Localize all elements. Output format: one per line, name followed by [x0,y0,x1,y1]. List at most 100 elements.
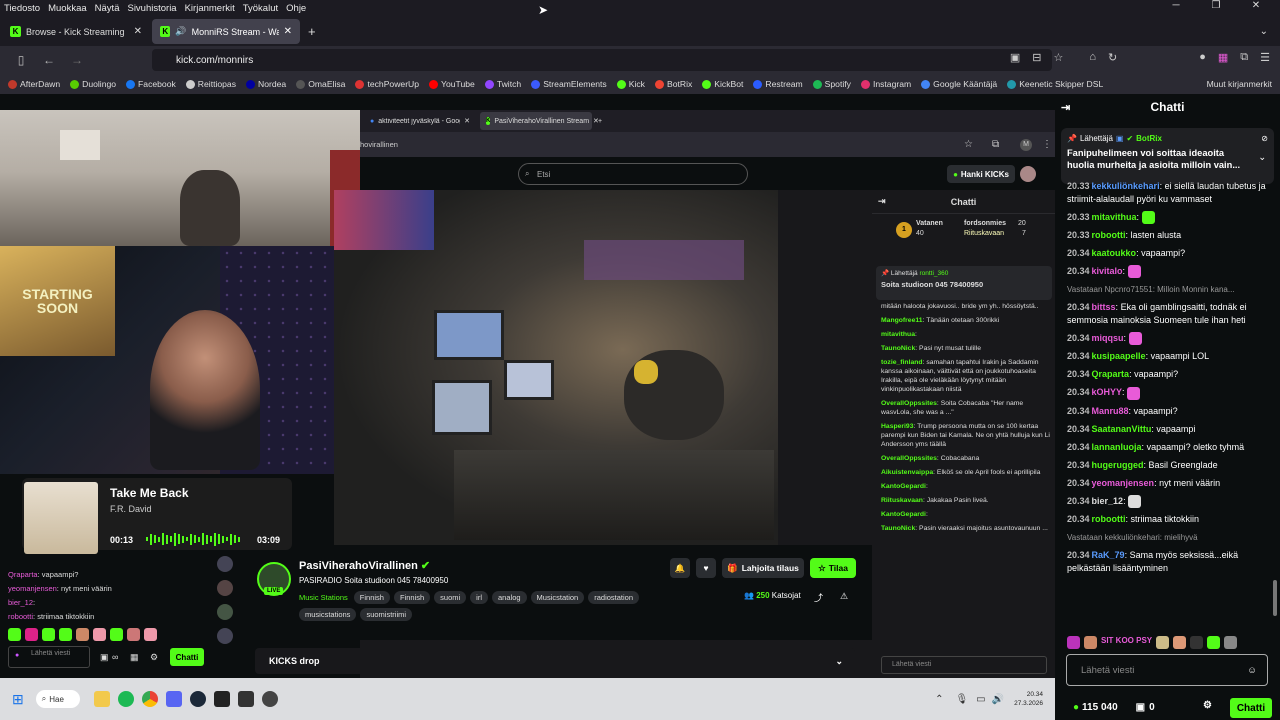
tab-monnirs[interactable]: K 🔊 MonniRS Stream - Watch L ✕ [152,19,300,44]
extensions-icon[interactable]: ⧉ [992,139,999,150]
tag-chip[interactable]: suomistriimi [360,608,413,621]
chat-username[interactable]: bittss [1092,302,1116,312]
chat-username[interactable]: mitavithua [881,331,915,338]
emote-icon[interactable] [144,628,157,641]
unpin-icon[interactable]: ⊘ [1261,134,1268,143]
chat-username[interactable]: OverallOppssites [881,455,937,462]
chat-username[interactable]: Hasperi93 [881,423,914,430]
volume-icon[interactable]: 🔊 [992,694,1004,705]
terminal-icon[interactable] [213,691,230,707]
gift-icon[interactable]: ▣ [100,652,109,663]
gift-sub-button[interactable]: 🎁 Lahjoita tilaus [722,558,804,578]
embedded-chat-input[interactable]: Lähetä viesti [881,656,1047,674]
close-icon[interactable]: ✕ [1240,0,1272,11]
chat-username[interactable]: tozie_finland [881,359,923,366]
chat-username[interactable]: Riituskavaan [881,497,923,504]
speaker-icon[interactable]: 🔊 [175,26,186,37]
overlay-chat-input[interactable]: ● Lähetä viesti [8,646,90,668]
spotify-icon[interactable] [117,691,134,707]
chat-username[interactable]: robootti [8,612,33,621]
bookmark-item[interactable]: Facebook [126,79,176,89]
get-kicks-button[interactable]: ● Hanki KICKs [947,165,1015,183]
user-avatar[interactable] [1020,166,1036,182]
sidebar-icon[interactable]: ▯ [14,53,28,67]
chevron-down-icon[interactable]: ⌄ [1258,152,1266,163]
embedded-pinned-message[interactable]: 📌 Lähettäjä rontti_360 Soita studioon 04… [876,266,1052,300]
chat-username[interactable]: mitavithua [1092,212,1137,222]
menu-bookmarks[interactable]: Kirjanmerkit [185,3,235,14]
pocket-icon[interactable]: ⊟ [1032,51,1041,64]
chat-username[interactable]: bier_12 [1092,496,1124,506]
emote-icon[interactable] [1156,636,1170,649]
chat-input[interactable]: Lähetä viesti ☺ [1066,654,1268,686]
profile-icon[interactable]: M [1020,138,1032,151]
chat-username[interactable]: robootti [1092,230,1126,240]
file-explorer-icon[interactable] [93,691,110,707]
discord-icon[interactable] [165,691,182,707]
chat-username[interactable]: Qraparta [1092,369,1130,379]
chat-username[interactable]: bier_12 [8,598,33,607]
chat-username[interactable]: kaatoukko [1092,248,1137,258]
close-tab-icon[interactable]: ✕ [284,26,292,37]
chat-username[interactable]: yeomanjensen [8,584,57,593]
new-tab-icon[interactable]: + [308,24,316,39]
bookmark-item[interactable]: BotRix [654,79,692,89]
tag-chip[interactable]: analog [492,591,527,604]
extensions-icon[interactable]: ⧉ [1240,51,1248,64]
chat-username[interactable]: OverallOppssites [881,400,937,407]
emote-icon[interactable] [1190,636,1204,649]
tag-chip[interactable]: irl [470,591,489,604]
bookmark-item[interactable]: OmaElisa [296,79,345,89]
chat-username[interactable]: hugerugged [1092,460,1144,470]
emote-icon[interactable] [8,628,21,641]
emote-icon[interactable] [59,628,72,641]
microphone-tray-icon[interactable]: 🎙 [955,694,968,705]
chat-username[interactable]: TaunoNick [881,345,915,352]
chat-username[interactable]: miqqsu [1092,333,1124,343]
subscribe-button[interactable]: ☆ Tilaa [810,558,856,578]
stream-video[interactable] [334,190,778,545]
follow-button[interactable]: ♥ [696,558,716,578]
chrome-icon[interactable] [141,691,158,707]
taskbar-search[interactable]: ⌕ Hae [35,690,80,708]
emoji-icon[interactable]: ☺ [1247,665,1257,676]
chat-username[interactable]: RaK_79 [1092,550,1125,560]
tray-chevron-icon[interactable]: ⌃ [935,694,943,705]
chat-username[interactable]: kusipaapelle [1092,351,1146,361]
sidebar-avatar[interactable] [217,628,233,644]
menu-tools[interactable]: Työkalut [243,3,278,14]
menu-edit[interactable]: Muokkaa [48,3,87,14]
category-link[interactable]: Music Stations [299,591,348,604]
chevron-down-icon[interactable]: ⌄ [835,656,843,667]
bookmark-item[interactable]: AfterDawn [8,79,60,89]
reload-icon[interactable]: ↻ [1108,51,1117,64]
steam-icon[interactable] [189,691,206,707]
screenshot-icon[interactable]: ▣ [1010,51,1020,64]
forward-icon[interactable]: → [70,53,84,67]
chat-username[interactable]: lannanluoja [1092,442,1142,452]
chat-username[interactable]: Mangofree11 [881,317,923,324]
bookmark-item[interactable]: Duolingo [70,79,116,89]
chat-username[interactable]: KantoGepardi [881,483,926,490]
tag-chip[interactable]: musicstations [299,608,357,621]
bookmark-item[interactable]: Kick [616,79,645,89]
chat-scrollbar[interactable] [1273,580,1277,616]
store-icon[interactable]: ▦ [130,652,139,663]
tag-chip[interactable]: Finnish [393,591,431,604]
kicks-drop-panel[interactable]: KICKS drop ⌄ [255,648,855,674]
chat-username[interactable]: Manru88 [1092,406,1129,416]
bookmark-item[interactable]: Nordea [246,79,286,89]
tab-browse-kick[interactable]: K Browse - Kick Streaming ✕ [2,19,150,44]
collapse-chat-icon[interactable]: ⇥ [1061,101,1070,114]
embedded-tab-kick[interactable]: K PasiViherahoVirallinen Stream ✕ [480,112,599,130]
close-tab-icon[interactable]: ✕ [134,26,142,37]
new-tab-icon[interactable]: + [598,118,602,125]
chat-username[interactable]: TaunoNick [881,525,915,532]
chat-username[interactable]: yeomanjensen [1092,478,1155,488]
settings-gear-icon[interactable]: ⚙ [1203,700,1212,711]
menu-history[interactable]: Sivuhistoria [127,3,176,14]
sidebar-avatar[interactable] [217,580,233,596]
chat-username[interactable]: kekkuliönkehari [1092,181,1160,191]
chat-username[interactable]: Qraparta [8,570,38,579]
bookmark-item[interactable]: KickBot [702,79,743,89]
